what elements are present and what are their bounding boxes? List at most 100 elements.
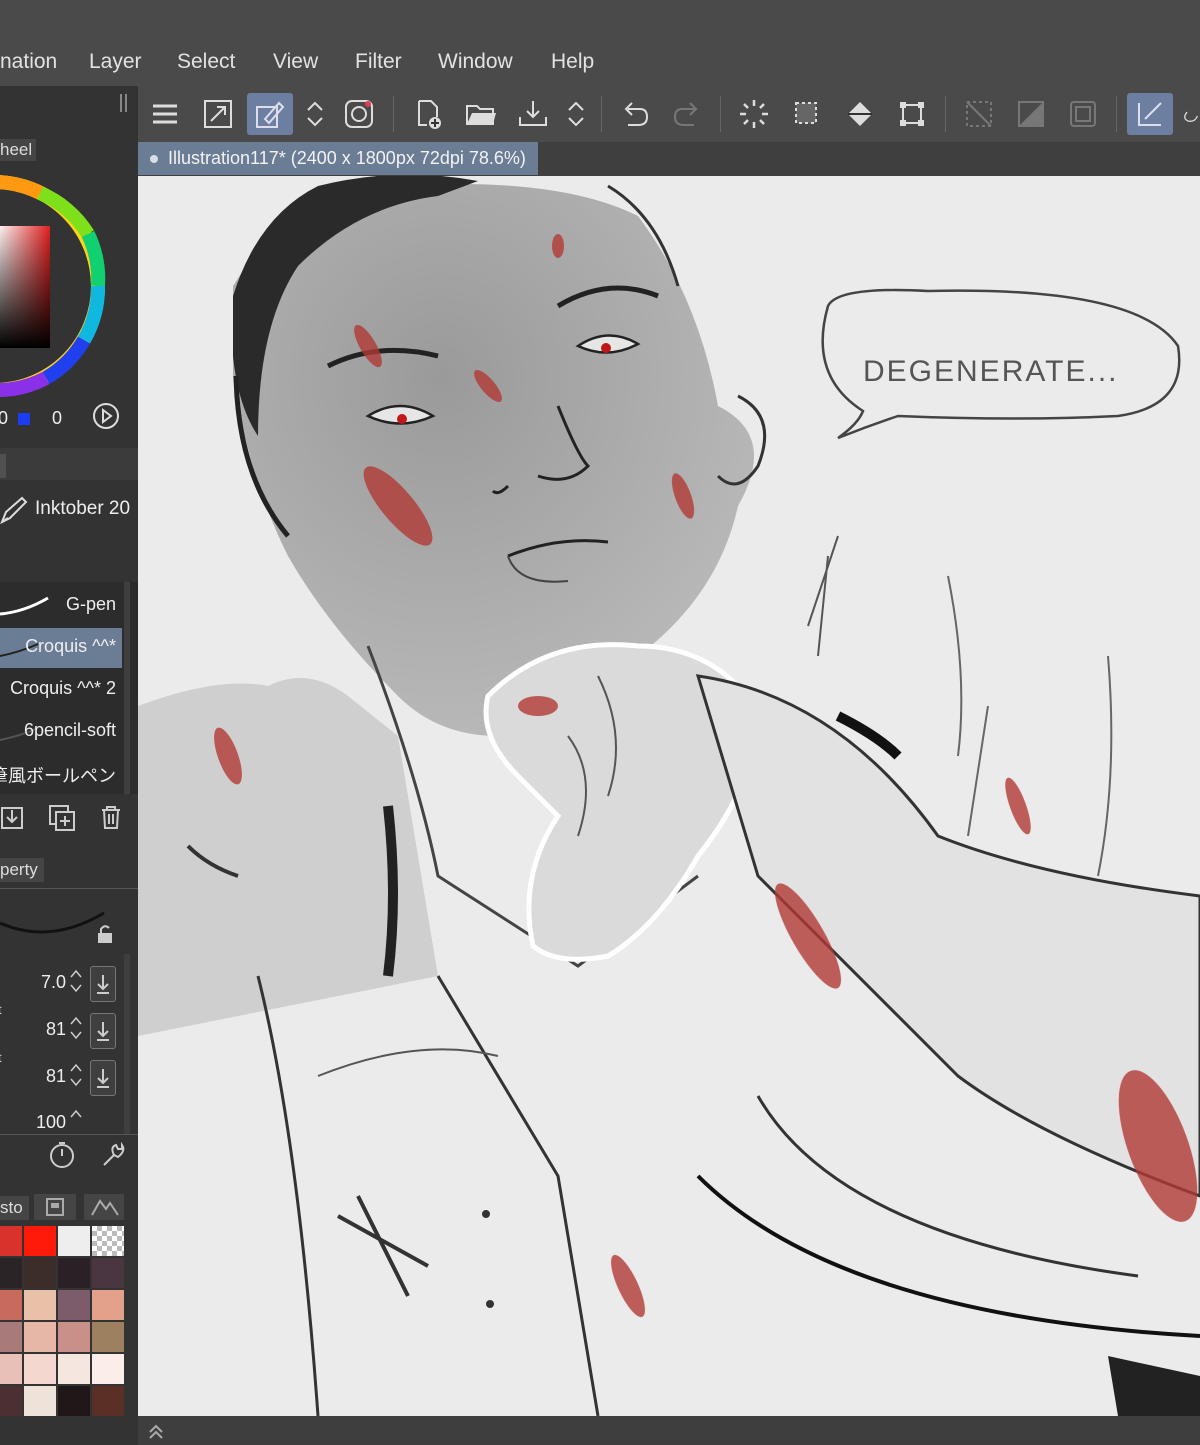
invert-selection-icon[interactable] bbox=[1008, 93, 1054, 135]
updown-arrows-icon[interactable] bbox=[553, 93, 599, 135]
save-icon[interactable] bbox=[510, 93, 556, 135]
tool-property-tab[interactable]: perty bbox=[0, 858, 44, 882]
palette-header: sto bbox=[0, 1190, 138, 1220]
size-dropdown-button[interactable] bbox=[90, 966, 116, 1002]
color-wheel-tab[interactable]: heel bbox=[0, 139, 37, 161]
color-history-tab[interactable]: sto bbox=[0, 1196, 29, 1220]
spiral-icon[interactable] bbox=[336, 93, 382, 135]
property-value[interactable]: 81 bbox=[0, 1066, 66, 1087]
palette-swatch[interactable] bbox=[0, 1354, 22, 1384]
palette-swatch[interactable] bbox=[0, 1258, 22, 1288]
new-file-icon[interactable] bbox=[405, 93, 451, 135]
brush-label: Croquis ^^* 2 bbox=[10, 678, 116, 698]
palette-swatch[interactable] bbox=[92, 1226, 124, 1256]
duplicate-brush-icon[interactable] bbox=[48, 804, 76, 837]
menu-icon[interactable] bbox=[142, 93, 188, 135]
delete-brush-icon[interactable] bbox=[98, 804, 126, 837]
property-value[interactable]: 100 bbox=[0, 1112, 66, 1133]
transform-icon[interactable] bbox=[889, 93, 935, 135]
palette-swatch[interactable] bbox=[0, 1322, 22, 1352]
document-tab[interactable]: Illustration117* (2400 x 1800px 72dpi 78… bbox=[138, 142, 538, 175]
undo-icon[interactable] bbox=[612, 93, 658, 135]
import-brush-icon[interactable] bbox=[0, 804, 28, 837]
palette-swatch[interactable] bbox=[0, 1226, 22, 1256]
fill-bucket-icon[interactable] bbox=[837, 93, 883, 135]
loading-icon[interactable] bbox=[731, 93, 777, 135]
brush-croquis[interactable]: Croquis ^^* bbox=[0, 628, 122, 668]
timer-icon[interactable] bbox=[48, 1141, 76, 1174]
ruler-snap-icon[interactable] bbox=[1127, 93, 1173, 135]
brush-label: G-pen bbox=[65, 594, 116, 614]
palette-swatch[interactable] bbox=[92, 1258, 124, 1288]
play-circle-icon[interactable] bbox=[92, 402, 120, 435]
pen-icon bbox=[0, 494, 30, 531]
menu-select[interactable]: Select bbox=[177, 50, 235, 74]
brush-ballpen[interactable]: 鉛筆風ボールペン bbox=[0, 754, 122, 794]
palette-swatch[interactable] bbox=[24, 1322, 56, 1352]
double-chevron-up-icon[interactable] bbox=[146, 1420, 166, 1445]
palette-swatch[interactable] bbox=[58, 1226, 90, 1256]
dotted-select-icon[interactable] bbox=[784, 93, 830, 135]
brush-label: 鉛筆風ボールペン bbox=[0, 766, 116, 786]
color-wheel-header: heel bbox=[0, 136, 138, 161]
lasso-icon[interactable] bbox=[1178, 93, 1200, 135]
lock-icon[interactable] bbox=[94, 923, 116, 950]
palette-swatch[interactable] bbox=[0, 1386, 22, 1416]
menu-animation[interactable]: nation bbox=[0, 50, 57, 74]
palette-swatch[interactable] bbox=[24, 1354, 56, 1384]
property-label: t bbox=[0, 1050, 2, 1065]
deselect-icon[interactable] bbox=[956, 93, 1002, 135]
brush-6pencil-soft[interactable]: 6pencil-soft bbox=[0, 712, 122, 752]
color-wheel[interactable] bbox=[0, 164, 138, 404]
stepper-icon[interactable] bbox=[70, 1015, 82, 1041]
property-value[interactable]: 81 bbox=[0, 1019, 66, 1040]
color-set-tab[interactable] bbox=[34, 1194, 76, 1220]
palette-swatch[interactable] bbox=[92, 1386, 124, 1416]
menu-view[interactable]: View bbox=[273, 50, 318, 74]
brush-g-pen[interactable]: G-pen bbox=[0, 586, 122, 626]
palette-swatch[interactable] bbox=[92, 1290, 124, 1320]
palette-swatch[interactable] bbox=[58, 1386, 90, 1416]
palette-swatch[interactable] bbox=[0, 1290, 22, 1320]
drawing-canvas[interactable]: DEGENERATE... bbox=[138, 176, 1200, 1416]
property-dropdown-button[interactable] bbox=[90, 1013, 116, 1049]
palette-swatch[interactable] bbox=[58, 1258, 90, 1288]
pen-pressure-icon[interactable] bbox=[247, 93, 293, 135]
brush-list-scrollbar[interactable] bbox=[124, 582, 130, 794]
left-dock: heel 0 0 Inktober 20 G-pen Croquis ^^* C… bbox=[0, 86, 138, 1445]
selection-border-icon[interactable] bbox=[1060, 93, 1106, 135]
palette-swatch[interactable] bbox=[58, 1322, 90, 1352]
property-scrollbar[interactable] bbox=[124, 954, 130, 1134]
tool-property-header: perty bbox=[0, 844, 138, 884]
palette-swatch[interactable] bbox=[58, 1290, 90, 1320]
brush-croquis-2[interactable]: Croquis ^^* 2 bbox=[0, 670, 122, 710]
open-folder-icon[interactable] bbox=[458, 93, 504, 135]
stepper-icon[interactable] bbox=[70, 968, 82, 994]
fit-canvas-icon[interactable] bbox=[195, 93, 241, 135]
stepper-icon[interactable] bbox=[70, 1062, 82, 1088]
palette-swatch[interactable] bbox=[24, 1258, 56, 1288]
toolbar-separator bbox=[720, 96, 721, 132]
palette-swatch[interactable] bbox=[24, 1290, 56, 1320]
palette-swatch[interactable] bbox=[58, 1354, 90, 1384]
palette-swatch[interactable] bbox=[92, 1354, 124, 1384]
palette-swatch[interactable] bbox=[24, 1226, 56, 1256]
menu-window[interactable]: Window bbox=[438, 50, 513, 74]
updown-arrows-icon[interactable] bbox=[292, 93, 338, 135]
subtool-group-row[interactable]: Inktober 20 bbox=[0, 484, 138, 534]
menu-help[interactable]: Help bbox=[551, 50, 594, 74]
palette-swatch[interactable] bbox=[92, 1322, 124, 1352]
wrench-icon[interactable] bbox=[98, 1141, 126, 1174]
intermediate-color-tab[interactable] bbox=[84, 1194, 124, 1220]
stepper-up-icon[interactable] bbox=[70, 1108, 82, 1134]
dock-grip-icon[interactable] bbox=[118, 92, 130, 114]
brush-size-value[interactable]: 7.0 bbox=[0, 972, 66, 993]
brush-stroke-preview-icon bbox=[0, 596, 49, 616]
menu-layer[interactable]: Layer bbox=[89, 50, 142, 74]
property-label: t bbox=[0, 1002, 2, 1017]
palette-swatch[interactable] bbox=[24, 1386, 56, 1416]
menu-filter[interactable]: Filter bbox=[355, 50, 402, 74]
property-dropdown-button[interactable] bbox=[90, 1060, 116, 1096]
toolbar-separator bbox=[393, 96, 394, 132]
redo-icon[interactable] bbox=[664, 93, 710, 135]
